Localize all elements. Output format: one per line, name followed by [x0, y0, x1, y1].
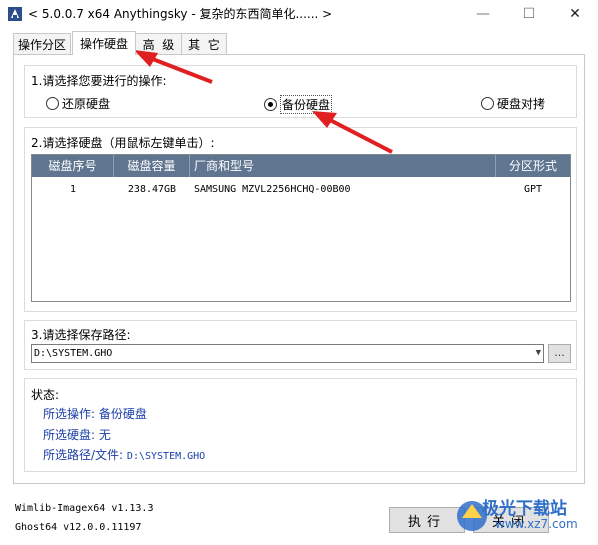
ghost-version: Ghost64 v12.0.0.11197	[15, 522, 142, 533]
column-header-index[interactable]: 磁盘序号	[32, 155, 114, 177]
chevron-down-icon[interactable]: ▼	[536, 345, 541, 362]
app-icon	[8, 7, 22, 21]
radio-circle	[46, 97, 59, 110]
save-path-value: D:\SYSTEM.GHO	[34, 348, 113, 359]
radio-backup-disk[interactable]: 备份硬盘	[264, 95, 333, 114]
radio-restore-disk[interactable]: 还原硬盘	[46, 95, 110, 112]
close-icon: ✕	[569, 6, 581, 22]
watermark-text: 极光下载站	[482, 499, 567, 519]
window-title: < 5.0.0.7 x64 Anythingsky - 复杂的东西简单化....…	[28, 7, 333, 21]
status-path-value: D:\SYSTEM.GHO	[126, 451, 206, 462]
cell-capacity: 238.47GB	[127, 184, 177, 195]
close-window-button[interactable]: ✕	[552, 0, 598, 28]
status-operation: 所选操作: 备份硬盘	[43, 407, 147, 421]
cell-model: SAMSUNG MZVL2256HCHQ-00B00	[194, 184, 351, 195]
cell-scheme: GPT	[523, 184, 543, 195]
watermark-url: www.xz7.com	[495, 517, 578, 531]
operation-group-title: 1.请选择您要进行的操作:	[31, 74, 167, 88]
maximize-icon: ☐	[522, 6, 536, 22]
column-header-model[interactable]: 厂商和型号	[190, 155, 496, 177]
cell-index: 1	[69, 184, 77, 195]
status-title: 状态:	[31, 388, 60, 402]
tab-other[interactable]: 其 它	[181, 33, 227, 54]
table-header: 磁盘序号 磁盘容量 厂商和型号 分区形式	[32, 155, 570, 177]
status-disk: 所选硬盘: 无	[43, 428, 111, 442]
tab-advanced[interactable]: 高 级	[135, 33, 182, 54]
minimize-icon: —	[476, 6, 490, 22]
radio-circle	[481, 97, 494, 110]
tab-disk[interactable]: 操作硬盘	[72, 31, 136, 55]
radio-circle-checked	[264, 98, 277, 111]
radio-copy-disk[interactable]: 硬盘对拷	[481, 95, 545, 112]
tab-partition[interactable]: 操作分区	[13, 33, 71, 54]
disk-group-title: 2.请选择硬盘（用鼠标左键单击）:	[31, 136, 215, 150]
save-path-combobox[interactable]: D:\SYSTEM.GHO ▼	[31, 344, 544, 363]
minimize-button[interactable]: —	[460, 0, 506, 28]
column-header-capacity[interactable]: 磁盘容量	[114, 155, 190, 177]
wimlib-version: Wimlib-Imagex64 v1.13.3	[15, 503, 154, 514]
status-path: 所选路径/文件: D:\SYSTEM.GHO	[43, 446, 205, 463]
disk-table[interactable]: 磁盘序号 磁盘容量 厂商和型号 分区形式 1 238.47GB SAMSUNG …	[31, 154, 571, 302]
title-bar: < 5.0.0.7 x64 Anythingsky - 复杂的东西简单化....…	[0, 0, 598, 28]
save-group-title: 3.请选择保存路径:	[31, 328, 131, 342]
maximize-button[interactable]: ☐	[506, 0, 552, 28]
column-header-scheme[interactable]: 分区形式	[496, 155, 570, 177]
status-path-label: 所选路径/文件:	[43, 448, 124, 462]
browse-button[interactable]: ...	[548, 344, 571, 363]
